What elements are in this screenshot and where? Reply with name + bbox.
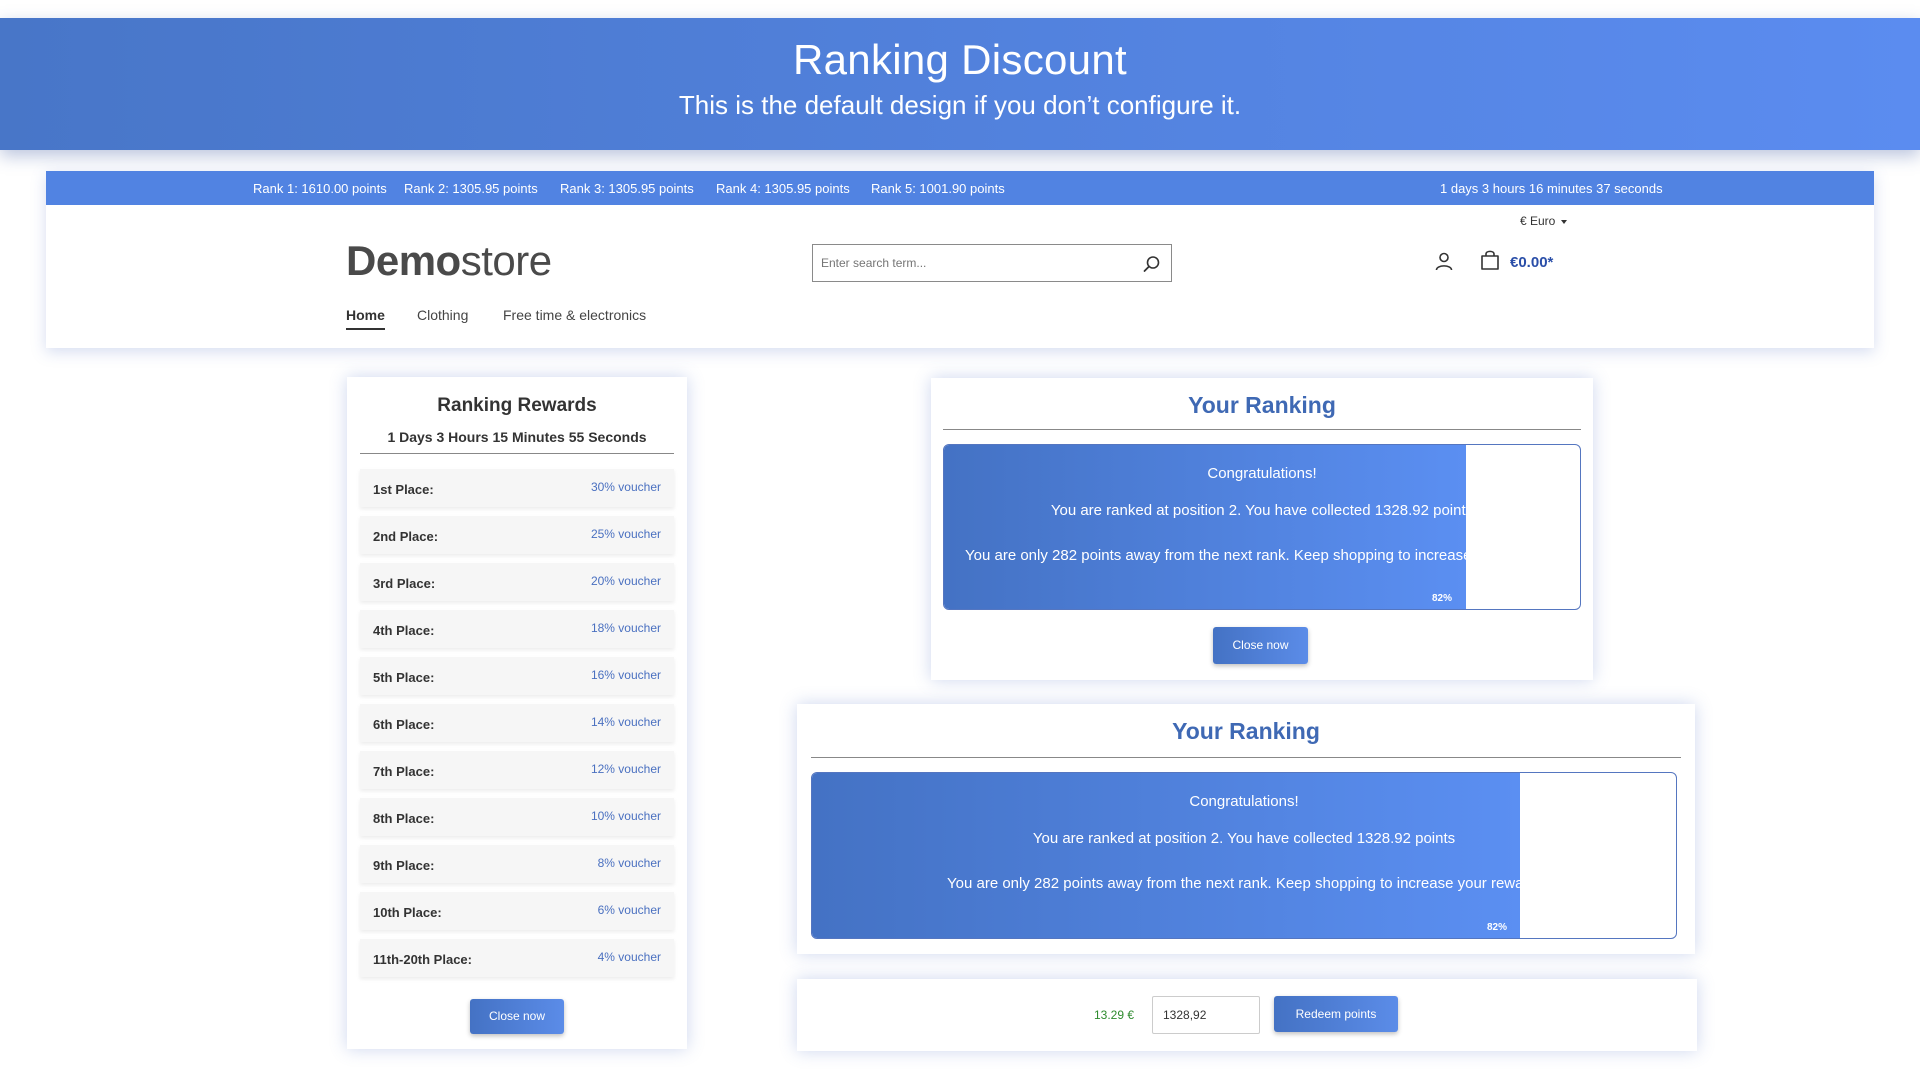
shop-header: Rank 1: 1610.00 points Rank 2: 1305.95 p… — [46, 171, 1874, 348]
ranking-title: Your Ranking — [1188, 392, 1336, 418]
congrats-text: Congratulations! — [1189, 793, 1299, 810]
your-ranking-card-1: Your Ranking Congratulations! You are ra… — [931, 378, 1593, 680]
store-logo[interactable]: Demostore — [346, 237, 552, 285]
redeem-points-bar: 13.29 € Redeem points — [797, 979, 1697, 1051]
rank-bar: Rank 1: 1610.00 points Rank 2: 1305.95 p… — [46, 171, 1874, 205]
reward-row: 3rd Place: 20% voucher — [360, 563, 674, 601]
reward-row: 9th Place: 8% voucher — [360, 845, 674, 883]
redeem-points-button[interactable]: Redeem points — [1274, 996, 1398, 1032]
rank-bar-item: Rank 1: 1610.00 points — [253, 181, 387, 196]
nav-clothing[interactable]: Clothing — [417, 307, 468, 323]
title-divider — [943, 429, 1581, 430]
reward-place: 9th Place: — [373, 858, 435, 873]
reward-row: 2nd Place: 25% voucher — [360, 516, 674, 554]
reward-value: 8% voucher — [597, 856, 661, 870]
reward-value: 6% voucher — [597, 903, 661, 917]
reward-row: 6th Place: 14% voucher — [360, 704, 674, 742]
reward-place: 11th-20th Place: — [373, 952, 472, 967]
your-ranking-card-2: Your Ranking Congratulations! You are ra… — [797, 704, 1695, 954]
reward-value: 12% voucher — [590, 762, 661, 776]
reward-place: 6th Place: — [373, 717, 435, 732]
reward-row: 11th-20th Place: 4% voucher — [360, 939, 674, 977]
ranking-progress-1: Congratulations! You are ranked at posit… — [943, 444, 1581, 610]
ranking-rewards-card: Ranking Rewards 1 Days 3 Hours 15 Minute… — [347, 377, 687, 1049]
rank-bar-item: Rank 4: 1305.95 points — [716, 181, 850, 196]
reward-value: 25% voucher — [590, 527, 661, 541]
logo-bold-text: Demo — [346, 237, 461, 284]
logo-light-text: store — [460, 237, 552, 284]
reward-row: 8th Place: 10% voucher — [360, 798, 674, 836]
position-text: You are ranked at position 2. You have c… — [1050, 502, 1474, 519]
reward-place: 10th Place: — [373, 905, 442, 920]
reward-place: 4th Place: — [373, 623, 435, 638]
rank-bar-countdown: 1 days 3 hours 16 minutes 37 seconds — [1440, 181, 1663, 196]
rewards-countdown: 1 Days 3 Hours 15 Minutes 55 Seconds — [360, 429, 674, 454]
currency-dropdown[interactable]: € Euro — [1520, 214, 1568, 228]
rank-bar-item: Rank 3: 1305.95 points — [560, 181, 694, 196]
points-input[interactable] — [1152, 996, 1260, 1034]
reward-value: 14% voucher — [590, 715, 661, 729]
rewards-close-button[interactable]: Close now — [470, 999, 564, 1034]
rank-bar-item: Rank 2: 1305.95 points — [404, 181, 538, 196]
reward-value: 20% voucher — [590, 574, 661, 588]
reward-place: 5th Place: — [373, 670, 435, 685]
nav-home[interactable]: Home — [346, 307, 385, 330]
ranking-title: Your Ranking — [1172, 718, 1320, 744]
position-text: You are ranked at position 2. You have c… — [1032, 830, 1456, 847]
reward-row: 10th Place: 6% voucher — [360, 892, 674, 930]
reward-place: 7th Place: — [373, 764, 435, 779]
cart-icon[interactable] — [1479, 249, 1501, 271]
reward-value: 30% voucher — [590, 480, 661, 494]
reward-row: 7th Place: 12% voucher — [360, 751, 674, 789]
progress-percent: 82% — [1487, 922, 1508, 933]
reward-value: 18% voucher — [590, 621, 661, 635]
next-rank-text: You are only 282 points away from the ne… — [947, 875, 1541, 892]
reward-value: 16% voucher — [590, 668, 661, 682]
congrats-text: Congratulations! — [1207, 465, 1317, 482]
progress-percent: 82% — [1432, 593, 1453, 604]
ranking-progress-2: Congratulations! You are ranked at posit… — [811, 772, 1677, 939]
caret-down-icon — [1561, 219, 1568, 224]
reward-value: 4% voucher — [597, 950, 661, 964]
account-icon[interactable] — [1434, 251, 1454, 271]
hero-banner: Ranking Discount This is the default des… — [0, 18, 1920, 150]
search-box — [812, 244, 1172, 282]
reward-row: 1st Place: 30% voucher — [360, 469, 674, 507]
redeem-amount: 13.29 € — [1094, 1008, 1135, 1022]
rewards-title: Ranking Rewards — [437, 395, 597, 416]
nav-free-time-electronics[interactable]: Free time & electronics — [503, 307, 646, 323]
reward-value: 10% voucher — [590, 809, 661, 823]
rank-bar-item: Rank 5: 1001.90 points — [871, 181, 1005, 196]
currency-label: € Euro — [1520, 214, 1556, 228]
hero-title: Ranking Discount — [793, 36, 1127, 83]
reward-place: 3rd Place: — [373, 576, 436, 591]
title-divider — [811, 757, 1681, 758]
reward-place: 8th Place: — [373, 811, 435, 826]
ranking-close-button[interactable]: Close now — [1213, 627, 1308, 664]
search-icon[interactable] — [1143, 255, 1161, 273]
next-rank-text: You are only 282 points away from the ne… — [965, 547, 1559, 564]
reward-place: 1st Place: — [373, 482, 434, 497]
reward-place: 2nd Place: — [373, 529, 439, 544]
reward-row: 4th Place: 18% voucher — [360, 610, 674, 648]
hero-subtitle: This is the default design if you don’t … — [678, 90, 1242, 120]
search-input[interactable] — [813, 245, 1113, 281]
cart-total[interactable]: €0.00* — [1510, 254, 1553, 271]
reward-row: 5th Place: 16% voucher — [360, 657, 674, 695]
